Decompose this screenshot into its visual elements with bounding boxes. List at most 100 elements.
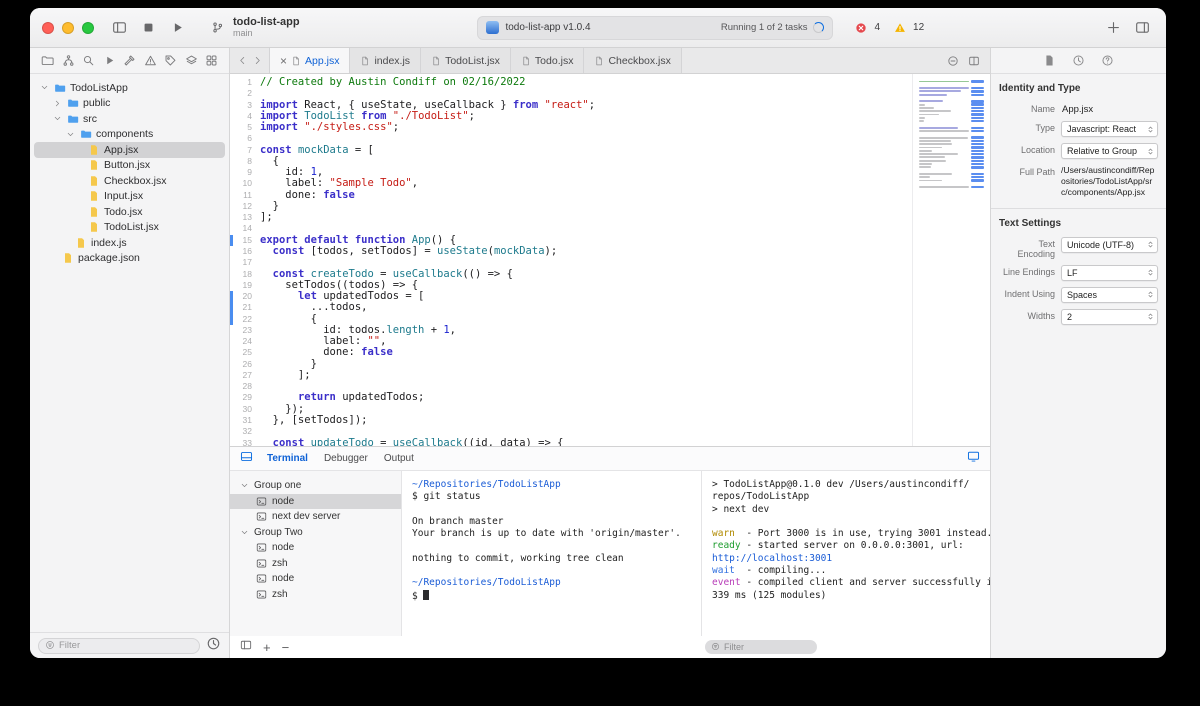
close-tab-icon[interactable]: ×: [280, 55, 287, 67]
editor-tab-app-jsx[interactable]: ×App.jsx: [269, 48, 350, 73]
editor-tab-todo-jsx[interactable]: Todo.jsx: [510, 48, 585, 73]
session-node[interactable]: node: [230, 540, 401, 556]
display-icon[interactable]: [967, 450, 980, 463]
code-line[interactable]: 25 done: false: [230, 347, 912, 358]
code-line[interactable]: 16 const [todos, setTodos] = useState(mo…: [230, 246, 912, 257]
session-next-dev-server[interactable]: next dev server: [230, 509, 401, 525]
session-node[interactable]: node: [230, 571, 401, 587]
editor-tab-todolist-jsx[interactable]: TodoList.jsx: [420, 48, 511, 73]
history-icon[interactable]: [1072, 54, 1085, 67]
minimap[interactable]: [912, 74, 990, 446]
tree-item-package-json[interactable]: package.json: [34, 251, 225, 267]
clock-icon[interactable]: [206, 636, 221, 651]
sidebar-left-icon[interactable]: [240, 639, 252, 651]
code-line[interactable]: 26 }: [230, 359, 912, 370]
vcs-icon[interactable]: [62, 54, 75, 67]
error-badge[interactable]: 4: [851, 22, 880, 34]
panel-tab-debugger[interactable]: Debugger: [324, 453, 368, 464]
popup-control[interactable]: Relative to Group: [1061, 143, 1158, 159]
chevron-down-icon[interactable]: [240, 528, 249, 537]
session-zsh[interactable]: zsh: [230, 556, 401, 572]
popup-control[interactable]: Javascript: React: [1061, 121, 1158, 137]
zoom-window-button[interactable]: [82, 22, 94, 34]
editor-tab-checkbox-jsx[interactable]: Checkbox.jsx: [583, 48, 681, 73]
sidebar-left-icon[interactable]: [112, 20, 127, 35]
panel-tab-output[interactable]: Output: [384, 453, 414, 464]
tree-item-public[interactable]: public: [34, 96, 225, 112]
code-line[interactable]: 29 return updatedTodos;: [230, 392, 912, 403]
file-inspector-icon[interactable]: [1043, 54, 1056, 67]
chevron-down-icon[interactable]: [38, 82, 50, 94]
remove-terminal-button[interactable]: −: [282, 641, 290, 654]
code-editor[interactable]: 1// Created by Austin Condiff on 02/16/2…: [230, 74, 990, 446]
terminal-left[interactable]: ~/Repositories/TodoListApp$ git status O…: [402, 471, 701, 636]
play-icon[interactable]: [103, 54, 116, 67]
code-line[interactable]: 33 const updateTodo = useCallback((id, d…: [230, 438, 912, 447]
chevron-right-icon[interactable]: [252, 55, 263, 66]
tree-item-index-js[interactable]: index.js: [34, 235, 225, 251]
layers-icon[interactable]: [185, 54, 198, 67]
warning-icon[interactable]: [144, 54, 157, 67]
play-icon[interactable]: [170, 20, 185, 35]
terminal-right[interactable]: > TodoListApp@0.1.0 dev /Users/austincon…: [701, 471, 990, 636]
disclosure-right-icon[interactable]: [51, 97, 63, 109]
add-terminal-button[interactable]: +: [263, 641, 271, 654]
folder-icon[interactable]: [41, 54, 54, 67]
tree-item-app-jsx[interactable]: App.jsx: [34, 142, 225, 158]
chevron-down-icon[interactable]: [51, 113, 63, 125]
navigator-filter-input[interactable]: Filter: [38, 638, 200, 654]
chevron-down-icon[interactable]: [240, 481, 249, 490]
circle-minus-icon[interactable]: [947, 55, 959, 67]
close-window-button[interactable]: [42, 22, 54, 34]
code-line[interactable]: 21 ...todos,: [230, 302, 912, 313]
code-line[interactable]: 27 ];: [230, 370, 912, 381]
code-line[interactable]: 8 {: [230, 156, 912, 167]
tree-item-src[interactable]: src: [34, 111, 225, 127]
code-line[interactable]: 31 }, [setTodos]);: [230, 415, 912, 426]
build-icon[interactable]: [123, 54, 136, 67]
popup-control[interactable]: Spaces: [1061, 287, 1158, 303]
panel-tab-terminal[interactable]: Terminal: [267, 453, 308, 464]
popup-control[interactable]: LF: [1061, 265, 1158, 281]
session-group-one[interactable]: Group one: [230, 478, 401, 494]
code-line[interactable]: 1// Created by Austin Condiff on 02/16/2…: [230, 77, 912, 88]
panel-bottom-icon[interactable]: [240, 450, 253, 463]
code-line[interactable]: 11 done: false: [230, 190, 912, 201]
chevron-down-icon[interactable]: [64, 128, 76, 140]
stepper-control[interactable]: 2: [1061, 309, 1158, 325]
tree-item-button-jsx[interactable]: Button.jsx: [34, 158, 225, 174]
code-line[interactable]: 7const mockData = [: [230, 145, 912, 156]
grid-icon[interactable]: [205, 54, 218, 67]
file-doc-icon: [360, 56, 370, 66]
stop-icon[interactable]: [141, 20, 156, 35]
tree-item-input-jsx[interactable]: Input.jsx: [34, 189, 225, 205]
tree-item-todo-jsx[interactable]: Todo.jsx: [34, 204, 225, 220]
plus-icon[interactable]: [1106, 20, 1121, 35]
activity-status-pill[interactable]: todo-list-app v1.0.4 Running 1 of 2 task…: [477, 16, 833, 40]
tree-item-checkbox-jsx[interactable]: Checkbox.jsx: [34, 173, 225, 189]
warning-badge[interactable]: 12: [890, 22, 924, 34]
line-number: 10: [230, 178, 260, 189]
session-node[interactable]: node: [230, 494, 401, 510]
inspector-row-text-encoding: Text EncodingUnicode (UTF-8): [999, 237, 1158, 259]
tree-item-components[interactable]: components: [34, 127, 225, 143]
code-line[interactable]: 12 }: [230, 201, 912, 212]
minimize-window-button[interactable]: [62, 22, 74, 34]
tree-item-todolistapp[interactable]: TodoListApp: [34, 80, 225, 96]
editor-tab-index-js[interactable]: index.js: [349, 48, 421, 73]
terminal-filter-input[interactable]: Filter: [705, 640, 817, 654]
tag-icon[interactable]: [164, 54, 177, 67]
code-area[interactable]: 1// Created by Austin Condiff on 02/16/2…: [230, 74, 912, 446]
chevron-left-icon[interactable]: [237, 55, 248, 66]
tree-item-todolist-jsx[interactable]: TodoList.jsx: [34, 220, 225, 236]
split-editor-icon[interactable]: [968, 55, 980, 67]
code-line[interactable]: 13];: [230, 212, 912, 223]
session-group-two[interactable]: Group Two: [230, 525, 401, 541]
popup-control[interactable]: Unicode (UTF-8): [1061, 237, 1158, 253]
terminal-line: > next dev: [712, 504, 990, 516]
search-icon[interactable]: [82, 54, 95, 67]
sidebar-right-icon[interactable]: [1135, 20, 1150, 35]
session-zsh[interactable]: zsh: [230, 587, 401, 603]
help-icon[interactable]: [1101, 54, 1114, 67]
code-line[interactable]: 5import "./styles.css";: [230, 122, 912, 133]
